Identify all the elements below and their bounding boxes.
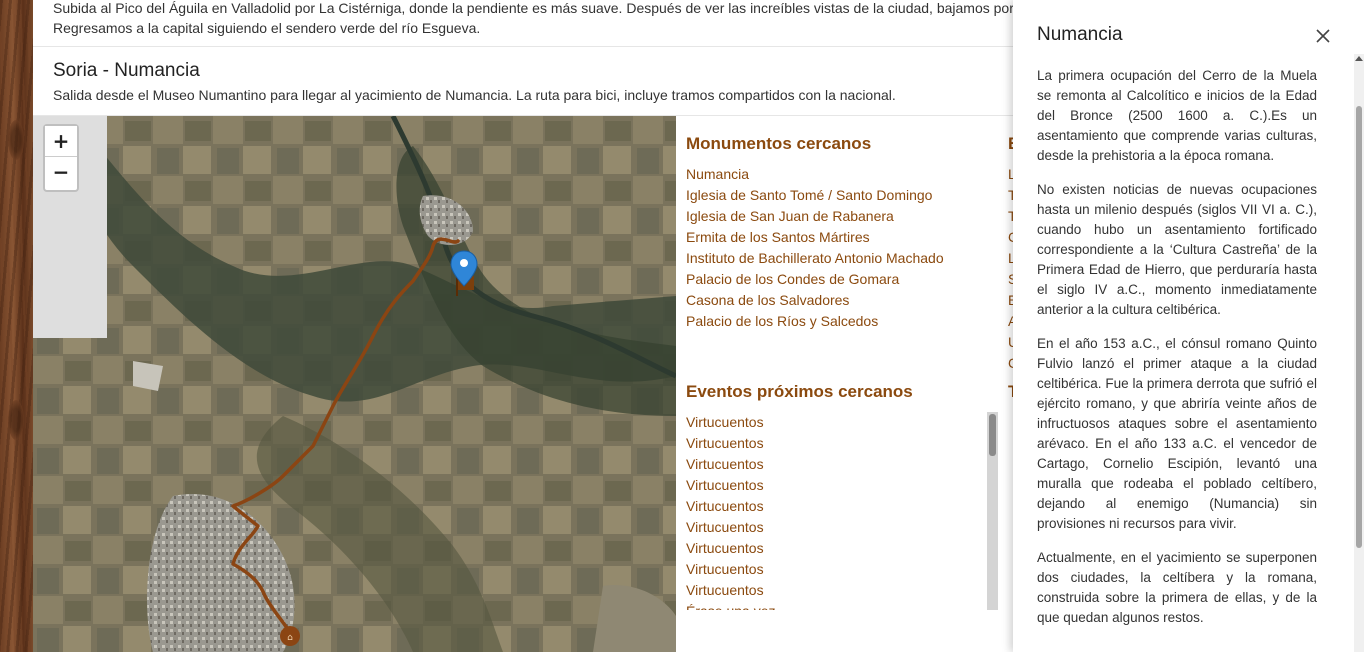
monument-link[interactable]: Palacio de los Ríos y Salcedos: [686, 311, 944, 332]
event-link[interactable]: Virtucuentos: [686, 496, 776, 517]
divider: [33, 46, 1013, 47]
panel-paragraph: Actualmente, en el yacimiento se superpo…: [1037, 550, 1317, 625]
event-link[interactable]: Virtucuentos: [686, 538, 776, 559]
tree-bark-background: [0, 0, 33, 652]
monument-link[interactable]: Palacio de los Condes de Gomara: [686, 269, 944, 290]
event-link[interactable]: Virtucuentos: [686, 475, 776, 496]
monuments-heading: Monumentos cercanos: [686, 134, 872, 153]
monument-link[interactable]: Ermita de los Santos Mártires: [686, 227, 944, 248]
panel-scrollbar-thumb[interactable]: [1356, 106, 1362, 548]
event-link[interactable]: Érase una vez: [686, 601, 776, 610]
panel-title: Numancia: [1037, 24, 1123, 45]
route-description: Salida desde el Museo Numantino para lle…: [53, 87, 896, 103]
route-line: [231, 237, 460, 636]
previous-route-text-line1: Subida al Pico del Águila en Valladolid …: [53, 0, 1040, 16]
bark-knot: [8, 120, 24, 160]
events-scrollbar[interactable]: [987, 412, 998, 610]
event-link[interactable]: Virtucuentos: [686, 412, 776, 433]
monument-link[interactable]: Numancia: [686, 164, 944, 185]
monument-link[interactable]: Iglesia de San Juan de Rabanera: [686, 206, 944, 227]
monument-link[interactable]: Casona de los Salvadores: [686, 290, 944, 311]
event-link[interactable]: Virtucuentos: [686, 559, 776, 580]
zoom-out-button[interactable]: −: [45, 157, 77, 188]
events-scrollbar-thumb[interactable]: [989, 414, 996, 456]
previous-route-text-line2: Regresamos a la capital siguiendo el sen…: [53, 20, 481, 36]
route-map[interactable]: ⌂ + −: [33, 116, 676, 652]
event-link[interactable]: Virtucuentos: [686, 454, 776, 475]
events-list: Virtucuentos Virtucuentos Virtucuentos V…: [686, 412, 776, 610]
close-button[interactable]: [1313, 26, 1333, 46]
svg-text:⌂: ⌂: [287, 633, 293, 643]
panel-paragraph: La primera ocupación del Cerro de la Mue…: [1037, 68, 1317, 163]
bark-knot: [8, 400, 24, 440]
monuments-list: Numancia Iglesia de Santo Tomé / Santo D…: [686, 164, 944, 332]
monument-link[interactable]: Iglesia de Santo Tomé / Santo Domingo: [686, 185, 944, 206]
scroll-up-icon[interactable]: [1355, 56, 1363, 61]
panel-scrollbar[interactable]: [1354, 54, 1364, 652]
route-title: Soria - Numancia: [53, 60, 200, 81]
previous-route-description: Subida al Pico del Águila en Valladolid …: [53, 0, 1053, 38]
panel-body: La primera ocupación del Cerro de la Mue…: [1037, 66, 1317, 642]
event-link[interactable]: Virtucuentos: [686, 517, 776, 538]
event-link[interactable]: Virtucuentos: [686, 433, 776, 454]
zoom-in-button[interactable]: +: [45, 126, 77, 157]
monument-link[interactable]: Instituto de Bachillerato Antonio Machad…: [686, 248, 944, 269]
events-scroll-area[interactable]: Virtucuentos Virtucuentos Virtucuentos V…: [686, 412, 986, 610]
panel-paragraph: No existen noticias de nuevas ocupacione…: [1037, 182, 1317, 317]
zoom-control: + −: [43, 124, 79, 192]
event-link[interactable]: Virtucuentos: [686, 580, 776, 601]
close-icon: [1316, 29, 1330, 43]
events-heading: Eventos próximos cercanos: [686, 382, 913, 401]
detail-panel: Numancia La primera ocupación del Cerro …: [1013, 0, 1364, 652]
panel-paragraph: En el año 153 a.C., el cónsul romano Qui…: [1037, 336, 1317, 531]
route-overlay: ⌂: [231, 237, 478, 646]
main-content: Subida al Pico del Águila en Valladolid …: [33, 0, 1040, 652]
